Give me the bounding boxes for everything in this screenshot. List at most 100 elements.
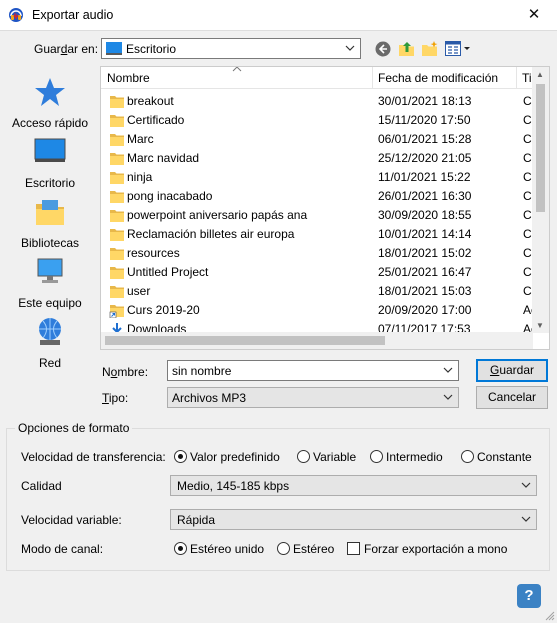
variable-speed-label: Velocidad variable: bbox=[21, 513, 122, 527]
places-bar: Acceso rápido Escritorio Bibliotecas Est… bbox=[5, 66, 95, 370]
bitrate-average-label[interactable]: Intermedio bbox=[386, 450, 443, 464]
close-button[interactable]: ✕ bbox=[511, 0, 557, 31]
filetype-select[interactable]: Archivos MP3 bbox=[167, 387, 459, 408]
quality-value: Medio, 145-185 kbps bbox=[177, 479, 290, 493]
folder-icon bbox=[109, 246, 125, 261]
variable-speed-select[interactable]: Rápida bbox=[170, 509, 537, 530]
column-divider[interactable] bbox=[516, 67, 517, 89]
place-this-pc[interactable]: Este equipo bbox=[5, 256, 95, 314]
chevron-down-icon bbox=[520, 513, 532, 525]
bitrate-variable-label[interactable]: Variable bbox=[313, 450, 356, 464]
file-row[interactable]: Curs 2019-20 20/09/2020 17:00 Ac bbox=[101, 301, 537, 320]
up-folder-icon[interactable] bbox=[398, 40, 416, 58]
place-network[interactable]: Red bbox=[5, 316, 95, 374]
file-name: breakout bbox=[127, 94, 174, 108]
chevron-down-icon[interactable] bbox=[442, 364, 454, 376]
folder-icon bbox=[109, 284, 125, 299]
joint-stereo-label[interactable]: Estéreo unido bbox=[190, 542, 264, 556]
file-date: 15/11/2020 17:50 bbox=[378, 113, 471, 127]
file-date: 10/01/2021 14:14 bbox=[378, 227, 472, 241]
file-date: 25/12/2020 21:05 bbox=[378, 151, 472, 165]
format-options-group: Opciones de formato Velocidad de transfe… bbox=[6, 421, 550, 571]
folder-icon bbox=[109, 113, 125, 128]
file-row[interactable]: breakout 30/01/2021 18:13 Ca bbox=[101, 92, 538, 111]
save-in-combo[interactable]: Escritorio bbox=[101, 38, 361, 59]
chevron-down-icon bbox=[520, 479, 532, 491]
scroll-down-arrow[interactable]: ▼ bbox=[536, 321, 544, 330]
file-date: 11/01/2021 15:22 bbox=[378, 170, 471, 184]
resize-grip-icon[interactable] bbox=[545, 611, 555, 621]
view-menu-icon[interactable] bbox=[445, 41, 471, 57]
filename-value: sin nombre bbox=[172, 364, 232, 378]
desktop-small-icon bbox=[106, 42, 122, 55]
new-folder-icon[interactable] bbox=[421, 40, 439, 58]
stereo-label[interactable]: Estéreo bbox=[293, 542, 334, 556]
file-list-header: Nombre Fecha de modificación Tip bbox=[101, 67, 541, 89]
file-date: 06/01/2021 15:28 bbox=[378, 132, 472, 146]
column-divider[interactable] bbox=[372, 67, 373, 89]
place-label: Acceso rápido bbox=[11, 116, 89, 130]
force-mono-label[interactable]: Forzar exportación a mono bbox=[364, 542, 507, 556]
file-row[interactable]: ninja 11/01/2021 15:22 Ca bbox=[101, 168, 538, 187]
file-row[interactable]: resources 18/01/2021 15:02 Ca bbox=[101, 244, 538, 263]
horizontal-scrollbar[interactable] bbox=[101, 332, 533, 349]
column-name-header[interactable]: Nombre bbox=[107, 71, 150, 85]
help-button[interactable]: ? bbox=[517, 584, 541, 608]
file-row[interactable]: pong inacabado 26/01/2021 16:30 Ca bbox=[101, 187, 538, 206]
joint-stereo-radio[interactable] bbox=[174, 542, 187, 555]
back-icon[interactable] bbox=[375, 41, 391, 57]
folder-icon bbox=[109, 189, 125, 204]
stereo-radio[interactable] bbox=[277, 542, 290, 555]
folder-icon bbox=[109, 94, 125, 109]
bitrate-constant-radio[interactable] bbox=[461, 450, 474, 463]
file-name: pong inacabado bbox=[127, 189, 213, 203]
file-row[interactable]: Untitled Project 25/01/2021 16:47 Ca bbox=[101, 263, 538, 282]
file-date: 18/01/2021 15:03 bbox=[378, 284, 472, 298]
bitrate-preset-label[interactable]: Valor predefinido bbox=[190, 450, 280, 464]
vertical-scroll-thumb[interactable] bbox=[536, 84, 545, 212]
libraries-icon bbox=[36, 200, 64, 225]
quality-select[interactable]: Medio, 145-185 kbps bbox=[170, 475, 537, 496]
filename-label: Nombre: bbox=[102, 365, 149, 379]
filename-input[interactable]: sin nombre bbox=[167, 360, 459, 381]
bitrate-preset-radio[interactable] bbox=[174, 450, 187, 463]
bitrate-constant-label[interactable]: Constante bbox=[477, 450, 532, 464]
scroll-up-arrow[interactable]: ▲ bbox=[536, 70, 544, 79]
file-name: powerpoint aniversario papás ana bbox=[127, 208, 308, 222]
file-row[interactable]: Reclamación billetes air europa 10/01/202… bbox=[101, 225, 538, 244]
bitrate-average-radio[interactable] bbox=[370, 450, 383, 463]
this-pc-icon bbox=[37, 258, 63, 283]
file-row[interactable]: Marc navidad 25/12/2020 21:05 Ca bbox=[101, 149, 538, 168]
quick-access-star-icon bbox=[35, 78, 65, 106]
folder-icon bbox=[109, 265, 125, 280]
file-date: 30/01/2021 18:13 bbox=[378, 94, 472, 108]
place-label: Red bbox=[38, 356, 61, 370]
horizontal-scroll-thumb[interactable] bbox=[105, 336, 385, 345]
file-row[interactable]: user 18/01/2021 15:03 Ca bbox=[101, 282, 538, 301]
column-date-header[interactable]: Fecha de modificación bbox=[378, 71, 498, 85]
chevron-down-icon bbox=[442, 391, 454, 403]
desktop-icon bbox=[34, 138, 66, 162]
save-button[interactable]: Guardar bbox=[476, 359, 548, 382]
place-quick-access[interactable]: Acceso rápido bbox=[5, 76, 95, 134]
folder-icon bbox=[109, 227, 125, 242]
folder-shortcut-icon bbox=[109, 303, 125, 318]
format-options-legend: Opciones de formato bbox=[15, 421, 133, 435]
file-name: ninja bbox=[127, 170, 153, 184]
file-row[interactable]: powerpoint aniversario papás ana 30/09/20… bbox=[101, 206, 538, 225]
place-libraries[interactable]: Bibliotecas bbox=[5, 196, 95, 254]
bitrate-variable-radio[interactable] bbox=[297, 450, 310, 463]
file-date: 25/01/2021 16:47 bbox=[378, 265, 472, 279]
file-row[interactable]: Certificado 15/11/2020 17:50 Ca bbox=[101, 111, 538, 130]
file-row[interactable]: Marc 06/01/2021 15:28 Ca bbox=[101, 130, 538, 149]
chevron-down-icon bbox=[344, 42, 356, 54]
place-desktop[interactable]: Escritorio bbox=[5, 136, 95, 194]
file-list[interactable]: Nombre Fecha de modificación Tip breakou… bbox=[100, 66, 550, 350]
variable-speed-value: Rápida bbox=[177, 513, 216, 527]
file-date: 26/01/2021 16:30 bbox=[378, 189, 472, 203]
vertical-scrollbar[interactable]: ▲ ▼ bbox=[532, 67, 549, 333]
cancel-button[interactable]: Cancelar bbox=[476, 386, 548, 409]
audacity-app-icon bbox=[9, 8, 23, 22]
force-mono-checkbox[interactable] bbox=[347, 542, 360, 555]
folder-icon bbox=[109, 208, 125, 223]
